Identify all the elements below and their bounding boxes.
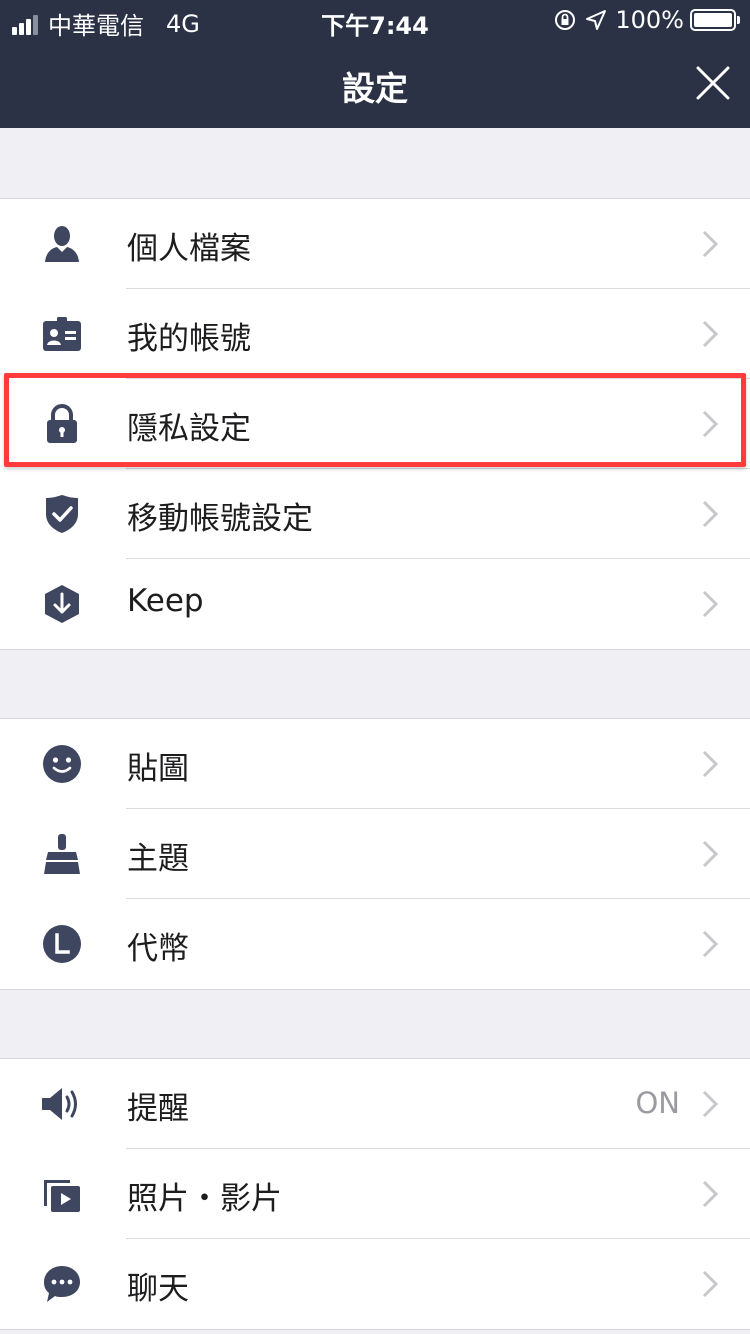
status-bar: 中華電信 4G 下午7:44 100% [0,0,750,40]
keep-download-icon [45,585,79,623]
nav-bar: 設定 [0,40,750,128]
speaker-icon [42,1088,77,1120]
id-card-icon [43,317,81,351]
settings-item-notifications[interactable]: 提醒 ON [0,1059,750,1149]
settings-item-label: 聊天 [127,1271,189,1307]
settings-item-chats[interactable]: 聊天 [0,1239,750,1329]
settings-section-general: 提醒 ON 照片・影片 聊天 [0,1058,750,1330]
chevron-right-icon [702,1090,718,1118]
settings-item-coins[interactable]: 代幣 [0,899,750,989]
page-title: 設定 [342,69,408,108]
settings-item-stickers[interactable]: 貼圖 [0,719,750,809]
settings-section-account: 個人檔案 我的帳號 隱私設定 移動帳號設定 Keep [0,198,750,650]
settings-item-label: 主題 [127,841,189,877]
smiley-icon [43,745,81,783]
settings-item-transfer-account[interactable]: 移動帳號設定 [0,469,750,559]
chat-bubble-icon [44,1266,80,1302]
chevron-right-icon [702,410,718,438]
settings-item-label: 隱私設定 [127,411,251,447]
chevron-right-icon [702,1180,718,1208]
settings-item-account[interactable]: 我的帳號 [0,289,750,379]
battery-percent: 100% [615,6,684,34]
settings-item-keep[interactable]: Keep [0,559,750,649]
chevron-right-icon [702,1270,718,1298]
lock-icon [47,404,77,443]
chevron-right-icon [702,500,718,528]
settings-item-label: 個人檔案 [127,231,251,267]
battery-icon [690,9,740,31]
settings-item-label: 照片・影片 [127,1181,282,1217]
settings-item-label: 貼圖 [127,751,189,787]
settings-item-label: 代幣 [127,931,189,967]
settings-item-themes[interactable]: 主題 [0,809,750,899]
shield-check-icon [46,495,78,533]
rotation-lock-icon [555,10,576,30]
chevron-right-icon [702,320,718,348]
settings-item-label: 提醒 [127,1091,189,1127]
chevron-right-icon [702,840,718,868]
notifications-status: ON [635,1086,680,1120]
settings-item-label: 移動帳號設定 [127,501,313,537]
settings-item-profile[interactable]: 個人檔案 [0,199,750,289]
coin-icon [43,925,81,963]
close-icon[interactable] [696,66,730,100]
chevron-right-icon [702,590,718,618]
settings-section-shop: 貼圖 主題 代幣 [0,718,750,990]
settings-item-photos-videos[interactable]: 照片・影片 [0,1149,750,1239]
chevron-right-icon [702,230,718,258]
brush-icon [44,834,80,874]
location-arrow-icon [586,10,607,30]
media-icon [44,1180,80,1212]
settings-item-privacy[interactable]: 隱私設定 [0,379,750,469]
settings-item-label: Keep [127,583,204,619]
chevron-right-icon [702,930,718,958]
settings-item-label: 我的帳號 [127,321,251,357]
chevron-right-icon [702,750,718,778]
person-icon [45,226,79,262]
